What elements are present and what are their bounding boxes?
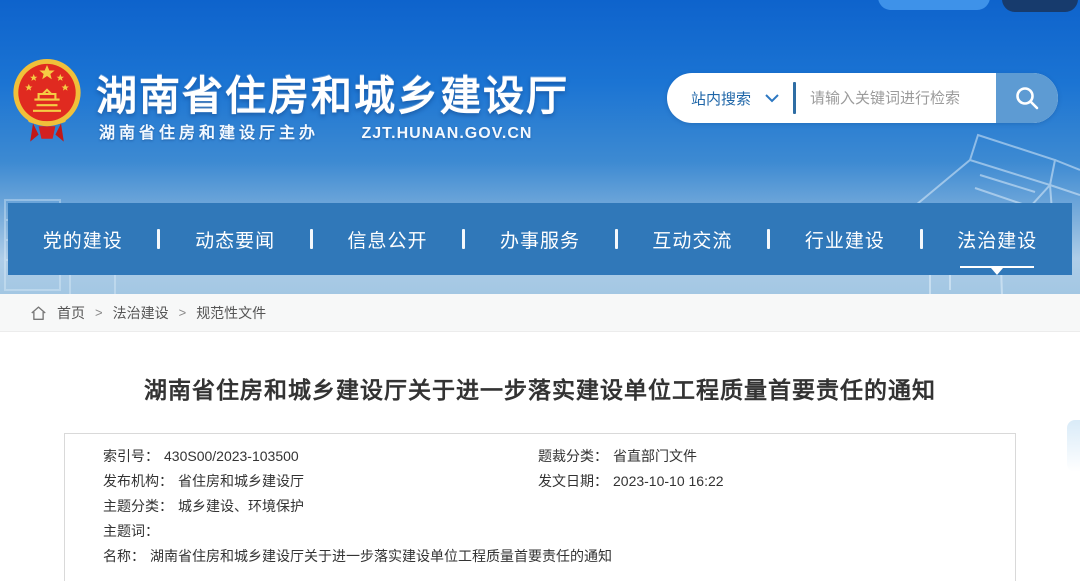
page-edge-widget	[1067, 420, 1080, 472]
document-title: 湖南省住房和城乡建设厅关于进一步落实建设单位工程质量首要责任的通知	[0, 371, 1080, 405]
meta-row-name: 名称： 湖南省住房和城乡建设厅关于进一步落实建设单位工程质量首要责任的通知	[65, 544, 1015, 569]
nav-item-label: 动态要闻	[195, 231, 275, 252]
search-button[interactable]	[996, 73, 1058, 123]
page: 湖南省住房和城乡建设厅 湖南省住房和建设厅主办 ZJT.HUNAN.GOV.CN…	[0, 0, 1080, 581]
nav-item-label: 信息公开	[348, 231, 428, 252]
meta-label: 发布机构：	[103, 473, 173, 489]
active-nav-indicator	[960, 266, 1034, 268]
search-scope-label: 站内搜索	[691, 88, 751, 109]
meta-right-cell: 发文日期： 2023-10-10 16:22	[538, 469, 724, 494]
meta-value: 省住房和城乡建设厅	[178, 473, 304, 489]
nav-item-services[interactable]: 办事服务	[465, 220, 614, 259]
meta-label: 题裁分类：	[538, 448, 608, 464]
breadcrumb-home[interactable]: 首页	[57, 303, 85, 323]
meta-label: 主题分类：	[103, 498, 173, 514]
national-emblem-logo	[12, 56, 82, 146]
breadcrumb-separator: >	[179, 305, 187, 320]
nav-item-industry[interactable]: 行业建设	[770, 220, 919, 259]
main-nav: 党的建设 动态要闻 信息公开 办事服务 互动交流 行业建设	[8, 203, 1072, 275]
site-subtitle: 湖南省住房和建设厅主办 ZJT.HUNAN.GOV.CN	[99, 119, 532, 143]
breadcrumb: 首页 > 法治建设 > 规范性文件	[0, 294, 1080, 332]
nav-item-label: 法治建设	[957, 231, 1037, 252]
nav-item-interaction[interactable]: 互动交流	[618, 220, 767, 259]
top-pill-dark[interactable]	[1002, 0, 1078, 12]
nav-item-info-disclosure[interactable]: 信息公开	[313, 220, 462, 259]
breadcrumb-rule-of-law[interactable]: 法治建设	[113, 303, 169, 323]
search-scope-dropdown[interactable]: 站内搜索	[667, 88, 793, 109]
site-header: 湖南省住房和城乡建设厅 湖南省住房和建设厅主办 ZJT.HUNAN.GOV.CN…	[0, 0, 1080, 294]
meta-right-cell: 题裁分类： 省直部门文件	[538, 444, 697, 469]
nav-item-label: 互动交流	[652, 231, 732, 252]
meta-row-issuer: 发布机构： 省住房和城乡建设厅 发文日期： 2023-10-10 16:22	[65, 469, 1015, 494]
meta-row-index: 索引号： 430S00/2023-103500 题裁分类： 省直部门文件	[65, 444, 1015, 469]
meta-label: 名称：	[103, 548, 145, 564]
meta-value: 省直部门文件	[613, 448, 697, 464]
meta-label: 主题词：	[103, 523, 159, 539]
site-host-text: 湖南省住房和建设厅主办	[99, 125, 319, 142]
article-content: 湖南省住房和城乡建设厅关于进一步落实建设单位工程质量首要责任的通知 索引号： 43…	[0, 333, 1080, 581]
meta-label: 发文日期：	[538, 473, 608, 489]
meta-label: 索引号：	[103, 448, 159, 464]
meta-value: 2023-10-10 16:22	[613, 473, 724, 489]
meta-row-keywords: 主题词：	[65, 519, 1015, 544]
chevron-down-icon	[765, 94, 779, 103]
nav-item-label: 党的建设	[43, 231, 123, 252]
nav-item-news[interactable]: 动态要闻	[160, 220, 309, 259]
breadcrumb-separator: >	[95, 305, 103, 320]
site-title: 湖南省住房和城乡建设厅	[96, 62, 616, 122]
search-input[interactable]	[796, 90, 996, 107]
document-meta-box: 索引号： 430S00/2023-103500 题裁分类： 省直部门文件 发布机构：…	[64, 433, 1016, 581]
search-bar: 站内搜索	[667, 73, 1058, 123]
search-icon	[1014, 85, 1040, 111]
nav-item-label: 行业建设	[805, 231, 885, 252]
nav-item-label: 办事服务	[500, 231, 580, 252]
meta-value: 城乡建设、环境保护	[178, 498, 304, 514]
nav-item-rule-of-law[interactable]: 法治建设	[923, 220, 1072, 259]
site-url: ZJT.HUNAN.GOV.CN	[361, 125, 532, 142]
meta-value: 湖南省住房和城乡建设厅关于进一步落实建设单位工程质量首要责任的通知	[150, 548, 612, 564]
top-pill-light[interactable]	[878, 0, 990, 10]
breadcrumb-normative-docs[interactable]: 规范性文件	[196, 303, 266, 323]
nav-item-party-building[interactable]: 党的建设	[8, 220, 157, 259]
meta-value: 430S00/2023-103500	[164, 448, 299, 464]
home-icon[interactable]	[30, 305, 47, 321]
meta-row-category: 主题分类： 城乡建设、环境保护	[65, 494, 1015, 519]
